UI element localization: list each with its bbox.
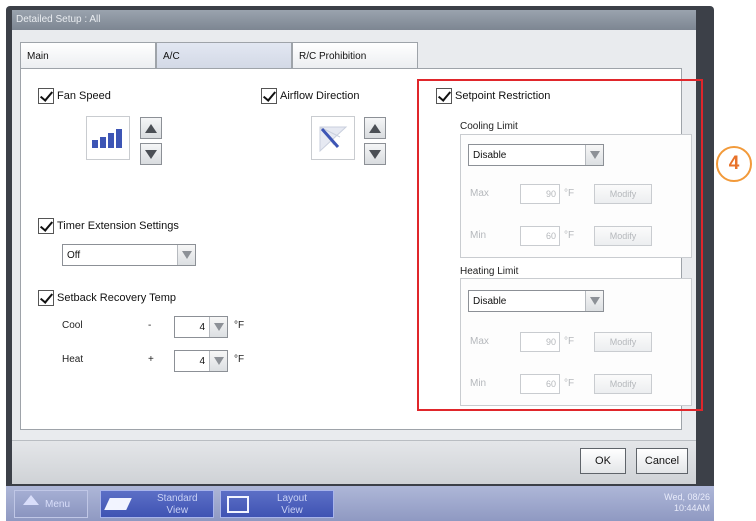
home-icon [23, 495, 39, 505]
menu-button[interactable]: Menu [14, 490, 88, 518]
heat-label: Heat [62, 354, 84, 365]
cool-offset-value: 4 [199, 322, 205, 333]
dropdown-arrow-icon [209, 351, 227, 371]
airflow-down-button[interactable] [364, 143, 386, 165]
time-text: 10:44AM [673, 503, 710, 513]
fan-speed-label: Fan Speed [57, 90, 111, 102]
layout-view-label: Layout View [277, 493, 307, 517]
checkbox-checked-icon [38, 88, 54, 104]
arrow-down-icon [369, 149, 381, 159]
setback-recovery-checkbox[interactable]: Setback Recovery Temp [38, 290, 176, 306]
layout-view-icon [227, 496, 249, 513]
cancel-button[interactable]: Cancel [636, 448, 688, 474]
arrow-up-icon [369, 123, 381, 133]
dropdown-arrow-icon [209, 317, 227, 337]
airflow-direction-icon [311, 116, 355, 160]
tab-bar: Main A/C R/C Prohibition [20, 42, 418, 68]
arrow-up-icon [145, 123, 157, 133]
tab-ac[interactable]: A/C [156, 42, 292, 68]
tab-rc-prohibition[interactable]: R/C Prohibition [292, 42, 418, 68]
clock: Wed, 08/26 10:44AM [660, 492, 710, 514]
tab-main[interactable]: Main [20, 42, 156, 68]
layout-view-label-line1: Layout [277, 493, 308, 504]
fan-speed-checkbox[interactable]: Fan Speed [38, 88, 111, 104]
cool-label: Cool [62, 320, 83, 331]
standard-view-icon [104, 498, 132, 510]
airflow-direction-checkbox[interactable]: Airflow Direction [261, 88, 359, 104]
dropdown-arrow-icon [177, 245, 195, 265]
airflow-direction-label: Airflow Direction [280, 90, 360, 102]
airflow-up-button[interactable] [364, 117, 386, 139]
standard-view-label: Standard View [157, 493, 198, 517]
highlight-box [417, 79, 703, 411]
setback-recovery-label: Setback Recovery Temp [57, 292, 177, 304]
fan-speed-down-button[interactable] [140, 143, 162, 165]
heat-offset-value: 4 [199, 356, 205, 367]
heat-unit: °F [234, 354, 245, 365]
layout-view-button[interactable]: Layout View [220, 490, 334, 518]
layout-view-label-line2: View [281, 505, 303, 516]
timer-extension-checkbox[interactable]: Timer Extension Settings [38, 218, 179, 234]
date-text: Wed, 08/26 [664, 492, 710, 502]
heat-sign: + [148, 354, 154, 365]
timer-extension-value: Off [67, 250, 81, 261]
checkbox-checked-icon [38, 218, 54, 234]
standard-view-label-line1: Standard [157, 493, 198, 504]
arrow-down-icon [145, 149, 157, 159]
heat-offset-select[interactable]: 4 [174, 350, 228, 372]
window-title: Detailed Setup : All [12, 10, 696, 30]
timer-extension-select[interactable]: Off [62, 244, 196, 266]
fan-speed-up-button[interactable] [140, 117, 162, 139]
checkbox-checked-icon [261, 88, 277, 104]
checkbox-checked-icon [38, 290, 54, 306]
standard-view-button[interactable]: Standard View [100, 490, 214, 518]
fan-speed-icon [86, 116, 130, 160]
menu-label: Menu [45, 499, 71, 510]
callout-badge: 4 [716, 146, 752, 182]
cool-offset-select[interactable]: 4 [174, 316, 228, 338]
cool-unit: °F [234, 320, 245, 331]
ok-button[interactable]: OK [580, 448, 626, 474]
standard-view-label-line2: View [166, 505, 189, 516]
cool-sign: - [148, 320, 152, 331]
timer-extension-label: Timer Extension Settings [57, 220, 179, 232]
